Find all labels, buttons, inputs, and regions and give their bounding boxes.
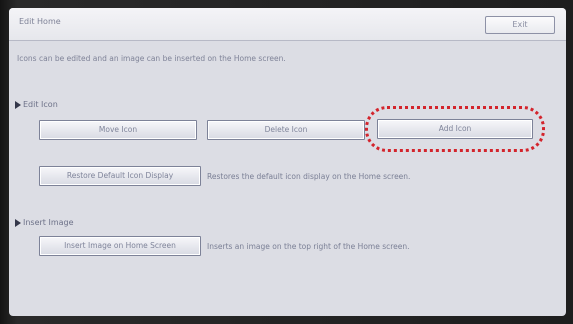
- insert-image-on-home-screen-button[interactable]: Insert Image on Home Screen: [39, 236, 201, 256]
- edit-icon-heading: Edit Icon: [15, 100, 58, 109]
- restore-description: Restores the default icon display on the…: [207, 172, 411, 181]
- insert-image-description: Inserts an image on the top right of the…: [207, 242, 410, 251]
- add-icon-highlight: [365, 106, 545, 152]
- edit-icon-heading-label: Edit Icon: [23, 100, 58, 109]
- section-arrow-icon: [15, 218, 21, 227]
- title-bar: Edit Home Exit: [9, 8, 566, 41]
- delete-icon-button[interactable]: Delete Icon: [207, 120, 365, 140]
- restore-default-icon-display-button[interactable]: Restore Default Icon Display: [39, 166, 201, 186]
- window-title: Edit Home: [19, 17, 61, 26]
- move-icon-button[interactable]: Move Icon: [39, 120, 197, 140]
- section-arrow-icon: [15, 100, 21, 109]
- insert-image-heading: Insert Image: [15, 218, 74, 227]
- info-text: Icons can be edited and an image can be …: [17, 54, 286, 63]
- exit-button[interactable]: Exit: [485, 16, 555, 34]
- touch-screen: Edit Home Exit Icons can be edited and a…: [9, 8, 566, 316]
- insert-image-heading-label: Insert Image: [23, 218, 74, 227]
